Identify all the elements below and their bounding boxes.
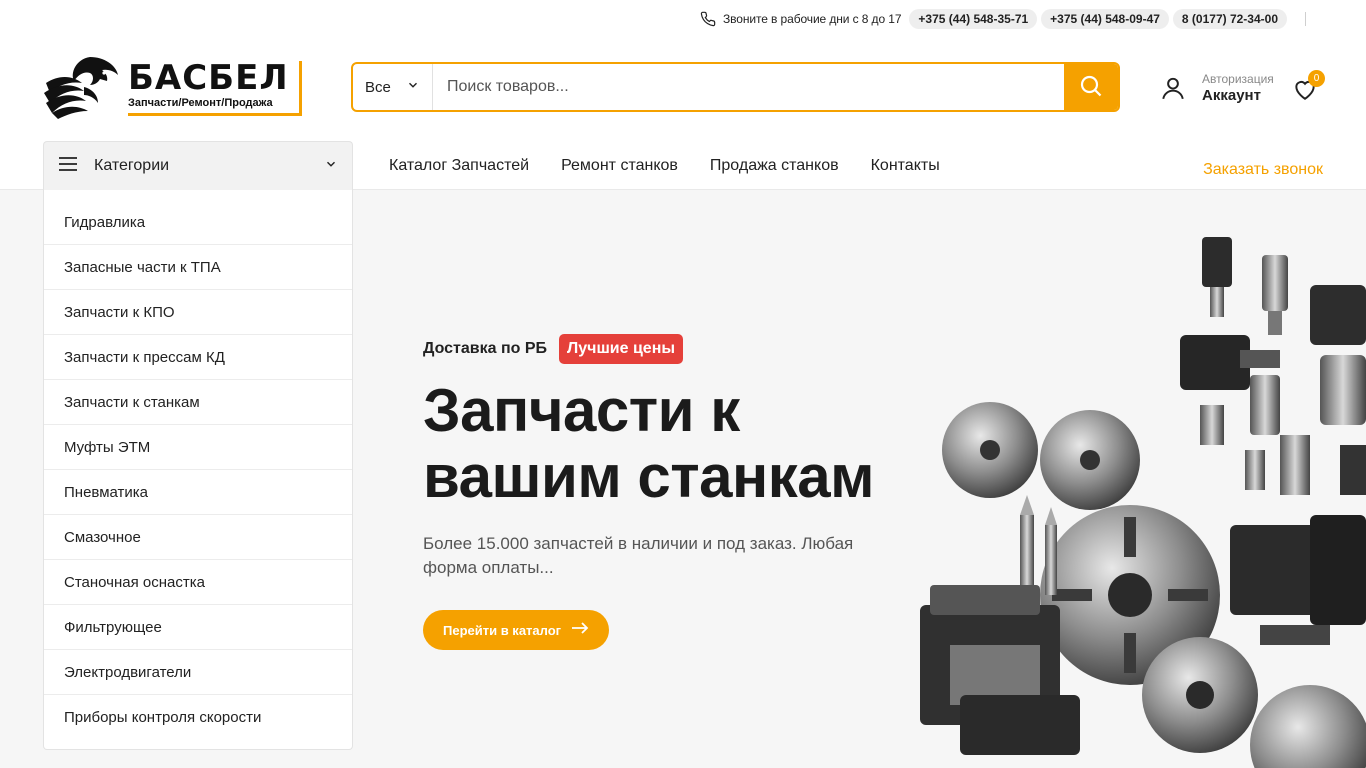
category-item-hydraulics[interactable]: Гидравлика	[44, 200, 352, 245]
categories-label: Категории	[94, 157, 170, 174]
menu-icon	[58, 156, 78, 177]
phone-link-2[interactable]: +375 (44) 548-09-47	[1041, 9, 1169, 29]
category-item-speed-control[interactable]: Приборы контроля скорости	[44, 695, 352, 740]
heart-icon	[1292, 81, 1318, 106]
user-icon	[1160, 75, 1186, 101]
category-item-lubrication[interactable]: Смазочное	[44, 515, 352, 560]
category-item-etm-couplings[interactable]: Муфты ЭТМ	[44, 425, 352, 470]
search-icon	[1079, 74, 1103, 101]
search-bar: Все	[351, 62, 1120, 112]
hero-title: Запчасти к вашим станкам	[423, 377, 875, 510]
go-to-catalog-button[interactable]: Перейти в каталог	[423, 610, 610, 650]
eagle-logo-icon	[44, 53, 122, 119]
logo-subtitle: Запчасти/Ремонт/Продажа	[128, 96, 273, 109]
nav-link-sales[interactable]: Продажа станков	[710, 157, 839, 175]
chevron-down-icon	[324, 157, 338, 176]
wishlist-button[interactable]: 0	[1292, 70, 1325, 102]
categories-toggle[interactable]: Категории	[43, 141, 353, 190]
account-label: Аккаунт	[1202, 87, 1261, 104]
go-to-catalog-label: Перейти в каталог	[443, 622, 562, 638]
phone-link-3[interactable]: 8 (0177) 72-34-00	[1172, 9, 1287, 29]
search-button[interactable]	[1064, 64, 1118, 110]
account-text: Авторизация Аккаунт	[1202, 72, 1274, 104]
category-item-pneumatics[interactable]: Пневматика	[44, 470, 352, 515]
category-item-machine-parts[interactable]: Запчасти к станкам	[44, 380, 352, 425]
search-category-value: Все	[365, 78, 391, 96]
chevron-down-icon	[406, 78, 420, 96]
search-input[interactable]	[433, 64, 1064, 110]
phone-icon	[700, 11, 716, 27]
logo[interactable]: БАСБЕЛ Запчасти/Ремонт/Продажа	[44, 53, 302, 119]
categories-dropdown: Гидравлика Запасные части к ТПА Запчасти…	[43, 190, 353, 750]
hero-tagline: Доставка по РБ Лучшие цены	[423, 334, 883, 364]
logo-text: БАСБЕЛ Запчасти/Ремонт/Продажа	[128, 57, 302, 116]
header: БАСБЕЛ Запчасти/Ремонт/Продажа Все Автор…	[0, 38, 1366, 138]
divider	[1305, 12, 1306, 26]
nav-link-repair[interactable]: Ремонт станков	[561, 157, 678, 175]
phone-link-1[interactable]: +375 (44) 548-35-71	[909, 9, 1038, 29]
account-link[interactable]: Авторизация Аккаунт	[1160, 72, 1274, 104]
nav-link-contacts[interactable]: Контакты	[871, 157, 940, 175]
nav-link-catalog[interactable]: Каталог Запчастей	[389, 157, 529, 175]
category-item-kpo-parts[interactable]: Запчасти к КПО	[44, 290, 352, 335]
main-nav: Категории Каталог Запчастей Ремонт станк…	[0, 141, 1366, 190]
logo-title: БАСБЕЛ	[128, 57, 289, 98]
hero-description: Более 15.000 запчастей в наличии и под з…	[423, 534, 854, 577]
category-item-press-parts[interactable]: Запчасти к прессам КД	[44, 335, 352, 380]
callback-link[interactable]: Заказать звонок	[1203, 161, 1323, 179]
hero-machine-parts-image	[900, 225, 1366, 768]
delivery-label: Доставка по РБ	[423, 340, 548, 357]
category-item-tooling[interactable]: Станочная оснастка	[44, 560, 352, 605]
top-bar: Звоните в рабочие дни с 8 до 17 +375 (44…	[0, 0, 1366, 38]
account-label-small: Авторизация	[1202, 72, 1274, 86]
working-hours: Звоните в рабочие дни с 8 до 17	[722, 12, 902, 26]
wishlist-count-badge: 0	[1308, 70, 1325, 87]
search-category-select[interactable]: Все	[353, 64, 433, 110]
arrow-right-icon	[571, 621, 589, 639]
nav-links: Каталог Запчастей Ремонт станков Продажа…	[389, 141, 972, 190]
category-item-filtration[interactable]: Фильтрующее	[44, 605, 352, 650]
best-price-badge: Лучшие цены	[559, 334, 684, 364]
hero-content: Доставка по РБ Лучшие цены Запчасти к ва…	[423, 334, 883, 650]
category-item-motors[interactable]: Электродвигатели	[44, 650, 352, 695]
category-item-tpa-parts[interactable]: Запасные части к ТПА	[44, 245, 352, 290]
